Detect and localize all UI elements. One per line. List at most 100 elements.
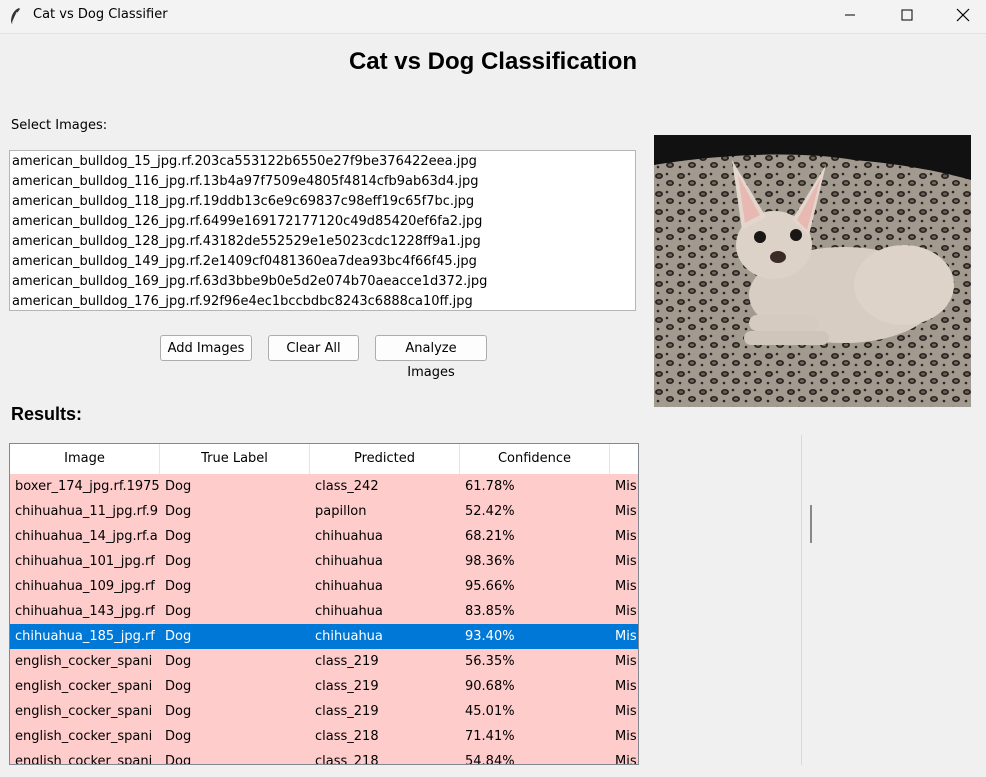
cell-result: Mis — [615, 579, 637, 594]
table-body: boxer_174_jpg.rf.1975 Dog class_242 61.78% M… — [10, 474, 638, 765]
file-list-item[interactable]: american_bulldog_126_jpg.rf.6499e1691721… — [10, 212, 635, 232]
cell-confidence: 54.84% — [465, 754, 515, 765]
table-row[interactable]: english_cocker_spani Dog class_218 54.84% Mi… — [10, 749, 638, 765]
cell-true-label: Dog — [165, 529, 192, 544]
table-header: Image True Label Predicted Confidence — [10, 444, 638, 475]
cell-predicted: class_218 — [315, 729, 379, 744]
cell-image: chihuahua_11_jpg.rf.9 — [15, 504, 159, 519]
cell-predicted: chihuahua — [315, 579, 383, 594]
cell-result: Mis — [615, 629, 637, 644]
file-listbox[interactable]: american_bulldog_15_jpg.rf.203ca553122b6… — [9, 150, 636, 311]
add-images-button[interactable]: Add Images — [160, 335, 252, 361]
minimize-icon — [845, 14, 855, 16]
column-header-image[interactable]: Image — [10, 444, 160, 474]
cell-predicted: class_219 — [315, 654, 379, 669]
cell-result: Mis — [615, 754, 637, 765]
cell-image: chihuahua_109_jpg.rf — [15, 579, 155, 594]
results-heading: Results: — [11, 404, 83, 424]
file-list-item[interactable]: american_bulldog_15_jpg.rf.203ca553122b6… — [10, 152, 635, 172]
cell-predicted: class_219 — [315, 679, 379, 694]
cell-confidence: 68.21% — [465, 529, 515, 544]
table-row[interactable]: english_cocker_spani Dog class_218 71.41% Mi… — [10, 724, 638, 749]
column-header-confidence[interactable]: Confidence — [460, 444, 610, 474]
maximize-icon — [901, 9, 913, 21]
title-bar: Cat vs Dog Classifier — [0, 0, 986, 34]
cell-image: chihuahua_101_jpg.rf — [15, 554, 155, 569]
cell-confidence: 83.85% — [465, 604, 515, 619]
table-row[interactable]: chihuahua_14_jpg.rf.a Dog chihuahua 68.21% M… — [10, 524, 638, 549]
cell-true-label: Dog — [165, 679, 192, 694]
cell-image: chihuahua_185_jpg.rf — [15, 629, 155, 644]
table-row[interactable]: boxer_174_jpg.rf.1975 Dog class_242 61.78% M… — [10, 474, 638, 499]
scrollbar-thumb[interactable] — [810, 505, 812, 543]
cell-predicted: class_242 — [315, 479, 379, 494]
cell-confidence: 52.42% — [465, 504, 515, 519]
cell-image: chihuahua_143_jpg.rf — [15, 604, 155, 619]
cell-confidence: 45.01% — [465, 704, 515, 719]
analyze-images-button[interactable]: Analyze Images — [375, 335, 487, 380]
close-icon — [956, 8, 970, 22]
cell-predicted: chihuahua — [315, 554, 383, 569]
table-row[interactable]: chihuahua_101_jpg.rf Dog chihuahua 98.36% Mi… — [10, 549, 638, 574]
cell-true-label: Dog — [165, 479, 192, 494]
maximize-button[interactable] — [884, 0, 930, 30]
table-row[interactable]: chihuahua_143_jpg.rf Dog chihuahua 83.85% Mi… — [10, 599, 638, 624]
column-header-result[interactable] — [610, 444, 638, 474]
cell-predicted: chihuahua — [315, 629, 383, 644]
select-images-label: Select Images: — [11, 118, 108, 133]
cell-result: Mis — [615, 604, 637, 619]
cell-confidence: 56.35% — [465, 654, 515, 669]
cell-true-label: Dog — [165, 729, 192, 744]
file-list-item[interactable]: american_bulldog_116_jpg.rf.13b4a97f7509… — [10, 172, 635, 192]
table-row[interactable]: chihuahua_11_jpg.rf.9 Dog papillon 52.42% Mi… — [10, 499, 638, 524]
clear-all-button[interactable]: Clear All — [268, 335, 359, 361]
cell-true-label: Dog — [165, 504, 192, 519]
page-title: Cat vs Dog Classification — [348, 48, 638, 75]
table-row[interactable]: chihuahua_185_jpg.rf Dog chihuahua 93.40% Mi… — [10, 624, 638, 649]
close-button[interactable] — [940, 0, 986, 30]
minimize-button[interactable] — [827, 0, 873, 30]
cell-predicted: chihuahua — [315, 529, 383, 544]
cell-result: Mis — [615, 679, 637, 694]
cell-result: Mis — [615, 479, 637, 494]
cell-true-label: Dog — [165, 754, 192, 765]
file-list-item[interactable]: american_bulldog_169_jpg.rf.63d3bbe9b0e5… — [10, 272, 635, 292]
cell-image: chihuahua_14_jpg.rf.a — [15, 529, 158, 544]
cell-image: english_cocker_spani — [15, 729, 153, 744]
file-list-item[interactable]: american_bulldog_128_jpg.rf.43182de55252… — [10, 232, 635, 252]
cell-result: Mis — [615, 504, 637, 519]
results-table[interactable]: Image True Label Predicted Confidence bo… — [9, 443, 639, 765]
table-row[interactable]: english_cocker_spani Dog class_219 90.68% Mi… — [10, 674, 638, 699]
cell-image: english_cocker_spani — [15, 654, 153, 669]
table-row[interactable]: english_cocker_spani Dog class_219 45.01% Mi… — [10, 699, 638, 724]
feather-icon — [11, 8, 20, 24]
column-header-true-label[interactable]: True Label — [160, 444, 310, 474]
cell-predicted: class_219 — [315, 704, 379, 719]
cell-image: english_cocker_spani — [15, 679, 153, 694]
file-list-item[interactable]: american_bulldog_118_jpg.rf.19ddb13c6e9c… — [10, 192, 635, 212]
cell-confidence: 61.78% — [465, 479, 515, 494]
cell-image: boxer_174_jpg.rf.1975 — [15, 479, 160, 494]
cell-true-label: Dog — [165, 654, 192, 669]
cell-image: english_cocker_spani — [15, 754, 153, 765]
panel-divider — [801, 435, 802, 765]
cell-true-label: Dog — [165, 704, 192, 719]
cell-confidence: 93.40% — [465, 629, 515, 644]
column-header-predicted[interactable]: Predicted — [310, 444, 460, 474]
cell-confidence: 71.41% — [465, 729, 515, 744]
cell-predicted: chihuahua — [315, 604, 383, 619]
cell-predicted: papillon — [315, 504, 367, 519]
cell-result: Mis — [615, 529, 637, 544]
cell-true-label: Dog — [165, 554, 192, 569]
cell-result: Mis — [615, 729, 637, 744]
file-list-item[interactable]: american_bulldog_176_jpg.rf.92f96e4ec1bc… — [10, 292, 635, 310]
cell-predicted: class_218 — [315, 754, 379, 765]
table-row[interactable]: chihuahua_109_jpg.rf Dog chihuahua 95.66% Mi… — [10, 574, 638, 599]
window-title: Cat vs Dog Classifier — [33, 7, 168, 22]
cell-image: english_cocker_spani — [15, 704, 153, 719]
cell-true-label: Dog — [165, 604, 192, 619]
file-list-item[interactable]: american_bulldog_149_jpg.rf.2e1409cf0481… — [10, 252, 635, 272]
cell-result: Mis — [615, 554, 637, 569]
cell-confidence: 90.68% — [465, 679, 515, 694]
table-row[interactable]: english_cocker_spani Dog class_219 56.35% Mi… — [10, 649, 638, 674]
